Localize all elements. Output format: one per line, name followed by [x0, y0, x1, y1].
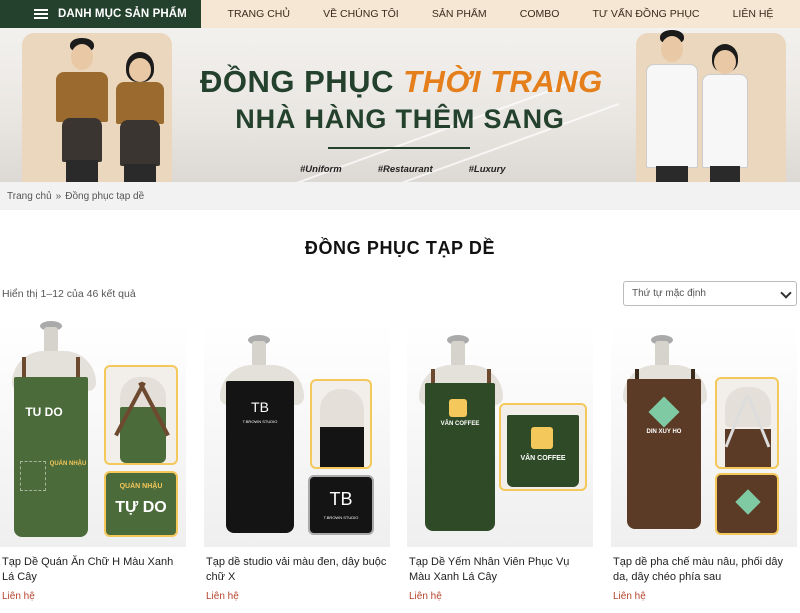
coffee-cup-icon	[531, 427, 553, 449]
mannequin: TU DO QUÁN NHẬU	[4, 321, 104, 547]
mannequin: VÂN COFFEE	[407, 321, 507, 547]
banner-chef-woman	[700, 44, 750, 182]
inset-logo: VÂN COFFEE	[520, 455, 566, 462]
product-card[interactable]: TU DO QUÁN NHẬU QUÁN NHẬU TỰ DO Tạp Dề Q…	[0, 321, 186, 613]
product-price: Liên hệ	[613, 591, 646, 602]
nav-menu: TRANG CHỦ VỀ CHÚNG TÔI SẢN PHẨM COMBO TƯ…	[201, 0, 800, 28]
hamburger-icon	[34, 9, 48, 19]
product-inset-back	[104, 365, 178, 465]
sort-selected-value: Thứ tự mặc định	[632, 288, 706, 299]
inset-logo: TỰ DO	[115, 499, 167, 516]
breadcrumb-separator: »	[55, 190, 62, 202]
product-image[interactable]: TB T.BROWN STUDIO TB T.BROWN STUDIO	[204, 321, 390, 547]
product-inset-logo: QUÁN NHẬU TỰ DO	[104, 471, 178, 537]
sort-select[interactable]: Thứ tự mặc định	[623, 281, 797, 306]
product-name[interactable]: Tạp Dề Quán Ăn Chữ H Màu Xanh Lá Cây	[2, 555, 186, 585]
banner-tag: #Uniform	[300, 164, 342, 175]
product-inset-logo: VÂN COFFEE	[499, 403, 587, 491]
banner-title-part2: THỜI TRANG	[403, 64, 603, 99]
inset-logo: TB	[329, 489, 353, 509]
product-price: Liên hệ	[206, 591, 239, 602]
product-image[interactable]: VÂN COFFEE VÂN COFFEE	[407, 321, 593, 547]
apron-logo: DIN XUY HO	[646, 429, 682, 435]
nav-item-contact[interactable]: LIÊN HỆ	[733, 8, 774, 20]
chevron-down-icon	[780, 287, 792, 299]
hero-banner[interactable]: ĐỒNG PHỤC THỜI TRANG NHÀ HÀNG THÊM SANG …	[0, 28, 800, 182]
banner-tag: #Luxury	[468, 164, 506, 175]
product-inset-back	[715, 377, 779, 469]
banner-title-part1: ĐỒNG PHỤC	[200, 64, 404, 99]
apron-sub-logo: QUÁN NHẬU	[49, 461, 87, 467]
product-price: Liên hệ	[409, 591, 442, 602]
banner-chef-man	[644, 30, 700, 182]
windmill-logo-icon	[735, 489, 761, 515]
product-image[interactable]: DIN XUY HO	[611, 321, 797, 547]
breadcrumb-current: Đồng phục tạp dề	[65, 190, 145, 202]
banner-tag: #Restaurant	[377, 164, 433, 175]
product-card[interactable]: TB T.BROWN STUDIO TB T.BROWN STUDIO Tạp …	[204, 321, 390, 613]
category-menu-button[interactable]: DANH MỤC SẢN PHẨM	[0, 0, 201, 28]
banner-title-line1: ĐỒNG PHỤC THỜI TRANG	[200, 64, 603, 100]
product-card[interactable]: VÂN COFFEE VÂN COFFEE Tạp Dề Yếm Nhân Vi…	[407, 321, 593, 613]
mannequin: TB T.BROWN STUDIO	[212, 321, 312, 547]
nav-item-consulting[interactable]: TƯ VẤN ĐỒNG PHỤC	[593, 8, 700, 20]
page-title: ĐỒNG PHỤC TẠP DỀ	[304, 238, 496, 258]
banner-divider	[328, 147, 470, 149]
nav-item-combo[interactable]: COMBO	[520, 8, 560, 20]
inset-sub-logo: QUÁN NHẬU	[119, 483, 163, 490]
product-inset-logo: TB T.BROWN STUDIO	[308, 475, 374, 535]
main-navigation: DANH MỤC SẢN PHẨM TRANG CHỦ VỀ CHÚNG TÔI…	[0, 0, 800, 28]
product-inset-logo	[715, 473, 779, 535]
apron-sub-logo: T.BROWN STUDIO	[242, 419, 278, 424]
product-name[interactable]: Tạp Dề Yếm Nhân Viên Phục Vụ Màu Xanh Lá…	[409, 555, 593, 585]
breadcrumb-home-link[interactable]: Trang chủ	[7, 191, 52, 202]
product-price: Liên hệ	[2, 591, 35, 602]
apron-logo: VÂN COFFEE	[440, 421, 480, 427]
category-menu-label: DANH MỤC SẢN PHẨM	[58, 8, 187, 20]
product-card[interactable]: DIN XUY HO Tạp dề pha chế màu nâu, phối …	[611, 321, 797, 613]
inset-sub-logo: T.BROWN STUDIO	[323, 515, 359, 520]
banner-tags: #Uniform #Restaurant #Luxury	[300, 164, 506, 175]
product-name[interactable]: Tạp dề studio vải màu đen, dây buộc chữ …	[206, 555, 390, 585]
product-name[interactable]: Tạp dề pha chế màu nâu, phối dây da, dây…	[613, 555, 797, 585]
apron-logo: TU DO	[25, 405, 63, 419]
apron-logo: TB	[251, 399, 269, 415]
product-image[interactable]: TU DO QUÁN NHẬU QUÁN NHẬU TỰ DO	[0, 321, 186, 547]
breadcrumb: Trang chủ » Đồng phục tạp dề	[0, 182, 800, 210]
coffee-cup-icon	[449, 399, 467, 417]
product-inset-back	[310, 379, 372, 469]
result-count: Hiển thị 1–12 của 46 kết quả	[2, 288, 136, 300]
nav-item-products[interactable]: SẢN PHẨM	[432, 8, 487, 20]
nav-item-about[interactable]: VỀ CHÚNG TÔI	[323, 8, 399, 20]
product-grid: TU DO QUÁN NHẬU QUÁN NHẬU TỰ DO Tạp Dề Q…	[0, 321, 800, 613]
mannequin: DIN XUY HO	[611, 321, 711, 547]
nav-item-home[interactable]: TRANG CHỦ	[228, 8, 290, 20]
